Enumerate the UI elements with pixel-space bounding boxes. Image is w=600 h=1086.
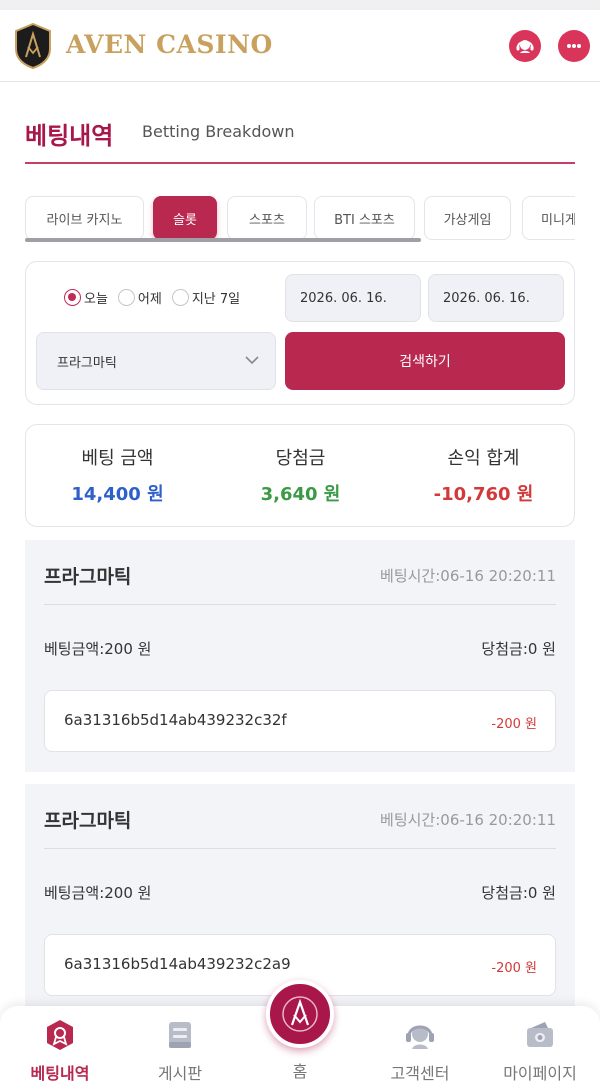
radio-today[interactable] xyxy=(64,289,81,306)
wallet-icon xyxy=(527,1022,553,1047)
summary-pl-label: 손익 합계 xyxy=(447,448,520,469)
nav-label: 베팅내역 xyxy=(30,1064,90,1083)
date-to-input[interactable]: 2026. 06. 16. xyxy=(428,274,564,322)
main-content: 베팅내역 Betting Breakdown 라이브 카지노 슬롯 스포츠 BT… xyxy=(0,82,600,1086)
period-yesterday-label: 어제 xyxy=(137,292,162,307)
bet-amount: 베팅금액:200 원 xyxy=(44,640,152,658)
aven-shield-logo-icon[interactable] xyxy=(14,23,52,69)
nav-home-label: 홈 xyxy=(292,1062,308,1081)
summary-profit-loss: 손익 합계 -10,760 원 xyxy=(392,425,575,506)
radio-yesterday[interactable] xyxy=(117,289,135,306)
summary-bet-label: 베팅 금액 xyxy=(81,448,154,469)
summary-bet-value: 14,400 원 xyxy=(71,484,164,505)
date-from-input[interactable]: 2026. 06. 16. xyxy=(285,274,421,322)
bet-win: 당첨금:0 원 xyxy=(481,640,556,658)
nav-customer-center[interactable]: 고객센터 xyxy=(360,1018,480,1084)
status-strip xyxy=(0,0,600,10)
bet-amount: 베팅금액:200 원 xyxy=(44,884,152,902)
tab-live-casino[interactable]: 라이브 카지노 xyxy=(25,196,144,240)
summary-pl-value: -10,760 원 xyxy=(433,484,534,505)
nav-board[interactable]: 게시판 xyxy=(120,1018,240,1084)
nav-label: 마이페이지 xyxy=(503,1064,577,1083)
headset-icon xyxy=(516,40,534,53)
summary-win-value: 3,640 원 xyxy=(260,484,341,505)
nav-betting-history[interactable]: 베팅내역 xyxy=(0,1018,120,1084)
customer-support-button[interactable] xyxy=(509,30,541,62)
headset-icon xyxy=(406,1025,434,1049)
page-title: 베팅내역 xyxy=(25,122,114,150)
betting-history-icon xyxy=(47,1020,73,1050)
period-today-label: 오늘 xyxy=(84,292,108,307)
bet-record-card: 프라그마틱 베팅시간:06-16 20:20:11 베팅금액:200 원 당첨금… xyxy=(25,540,575,772)
tab-bti-sports[interactable]: BTI 스포츠 xyxy=(314,196,415,240)
nav-home-button[interactable] xyxy=(266,980,334,1048)
chat-button[interactable] xyxy=(558,30,590,62)
bet-time: 베팅시간:06-16 20:20:11 xyxy=(380,567,556,585)
app-header: AVEN CASINO xyxy=(0,10,600,82)
bet-win: 당첨금:0 원 xyxy=(481,884,556,902)
page-subtitle: Betting Breakdown xyxy=(142,122,295,141)
nav-label: 게시판 xyxy=(157,1064,203,1083)
title-divider xyxy=(25,162,575,164)
bet-profit-loss: -200 원 xyxy=(491,961,537,976)
bet-provider: 프라그마틱 xyxy=(44,810,132,832)
bet-id: 6a31316b5d14ab439232c32f xyxy=(64,711,287,729)
summary-bet-amount: 베팅 금액 14,400 원 xyxy=(26,425,209,506)
nav-my-page[interactable]: 마이페이지 xyxy=(480,1018,600,1084)
summary-win-label: 당첨금 xyxy=(275,448,326,469)
bet-divider xyxy=(44,848,556,849)
bet-id-box: 6a31316b5d14ab439232c32f -200 원 xyxy=(44,690,556,752)
brand-name[interactable]: AVEN CASINO xyxy=(66,30,273,59)
period-last7-label: 지난 7일 xyxy=(191,292,241,307)
game-category-tabs: 라이브 카지노 슬롯 스포츠 BTI 스포츠 가상게임 미니게 xyxy=(25,196,575,242)
tab-mini-games[interactable]: 미니게 xyxy=(522,196,575,240)
period-today-option[interactable]: 오늘 xyxy=(64,288,108,307)
bet-divider xyxy=(44,604,556,605)
tab-sports[interactable]: 스포츠 xyxy=(227,196,307,240)
tabs-scrollbar[interactable] xyxy=(25,238,421,242)
period-last7-option[interactable]: 지난 7일 xyxy=(171,288,241,307)
summary-win-amount: 당첨금 3,640 원 xyxy=(209,425,392,506)
home-logo-icon xyxy=(282,996,318,1032)
chevron-down-icon xyxy=(245,356,259,365)
bet-provider: 프라그마틱 xyxy=(44,566,132,588)
search-button[interactable]: 검색하기 xyxy=(285,332,565,390)
chat-bubble-icon xyxy=(567,44,581,48)
bet-profit-loss: -200 원 xyxy=(491,717,537,732)
radio-last7[interactable] xyxy=(171,289,189,306)
provider-select-value: 프라그마틱 xyxy=(57,355,117,371)
period-radio-group: 오늘 어제 지난 7일 xyxy=(64,288,244,307)
betting-summary-card: 베팅 금액 14,400 원 당첨금 3,640 원 손익 합계 -10,760… xyxy=(25,424,575,527)
board-icon xyxy=(169,1022,191,1048)
period-yesterday-option[interactable]: 어제 xyxy=(117,288,162,307)
tab-slot[interactable]: 슬롯 xyxy=(153,196,217,240)
search-filter-card: 오늘 어제 지난 7일 2026. 06. 16. 2026. 06. 16. … xyxy=(25,261,575,405)
tab-virtual-games[interactable]: 가상게임 xyxy=(424,196,511,240)
provider-select[interactable]: 프라그마틱 xyxy=(36,332,276,390)
bet-id: 6a31316b5d14ab439232c2a9 xyxy=(64,955,291,973)
nav-label: 고객센터 xyxy=(390,1064,450,1083)
bet-time: 베팅시간:06-16 20:20:11 xyxy=(380,811,556,829)
